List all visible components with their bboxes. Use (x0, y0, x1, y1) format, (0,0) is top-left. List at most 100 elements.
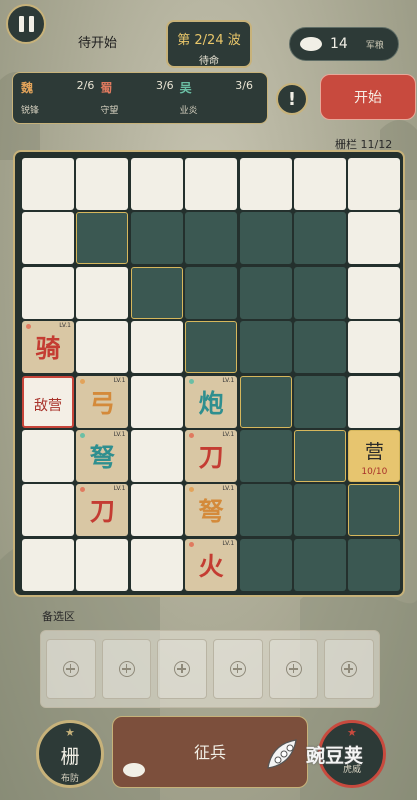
board-cell[interactable] (348, 266, 401, 319)
path-cell[interactable] (185, 321, 238, 374)
path-cell[interactable] (239, 375, 292, 428)
board-cell[interactable] (22, 484, 74, 537)
board-cell[interactable] (22, 266, 74, 319)
player-camp[interactable]: 营 10/10 (348, 429, 401, 482)
unit-level: LV.1 (113, 485, 126, 493)
path-cell[interactable] (130, 266, 183, 319)
faction-count: 3/6 (155, 79, 174, 92)
board-cell[interactable] (76, 538, 129, 591)
camp-hp: 10/10 (361, 466, 388, 477)
board-cell[interactable] (130, 429, 183, 482)
faction-count: 2/6 (76, 79, 95, 92)
bench-slot[interactable] (213, 639, 263, 699)
path-cell[interactable] (185, 266, 238, 319)
path-cell[interactable] (348, 484, 401, 537)
grain-icon (123, 763, 145, 777)
enemy-base-label: 敌营 (34, 397, 62, 414)
bench-slot[interactable] (324, 639, 375, 699)
grain-count: 14 (330, 36, 348, 52)
board-cell[interactable] (293, 158, 346, 210)
game-board: LV.1 骑 敌营 LV.1 弓 LV.1 炮 LV.1 弩 LV.1 刀 营 … (13, 150, 405, 597)
board-cell[interactable] (239, 158, 292, 210)
unit-char: 弩 (198, 497, 224, 527)
board-cell[interactable] (22, 212, 74, 265)
path-cell[interactable] (239, 538, 292, 591)
path-cell[interactable] (293, 538, 346, 591)
path-cell[interactable] (239, 429, 292, 482)
path-cell[interactable] (348, 538, 401, 591)
board-cell[interactable] (130, 538, 183, 591)
path-cell[interactable] (76, 212, 129, 265)
path-cell[interactable] (185, 212, 238, 265)
bench-slot[interactable] (268, 639, 319, 699)
grain-icon (300, 37, 322, 51)
bench-slot[interactable] (157, 639, 208, 699)
star-icon: ★ (65, 726, 75, 739)
faction-shu: 蜀 3/6 守望 (100, 79, 179, 117)
board-cell[interactable] (76, 158, 129, 210)
unit-level: LV.1 (222, 539, 235, 547)
start-button[interactable]: 开始 (320, 74, 416, 120)
unit-char: 炮 (198, 388, 224, 418)
unit-cell[interactable]: LV.1 炮 (185, 375, 238, 428)
board-cell[interactable] (22, 429, 74, 482)
board-cell[interactable] (130, 321, 183, 374)
unit-cell[interactable]: LV.1 刀 (76, 484, 129, 537)
unit-char: 刀 (198, 442, 224, 472)
pause-button[interactable] (6, 4, 46, 44)
unit-cell[interactable]: LV.1 弩 (185, 484, 238, 537)
fence-sub: 布防 (60, 774, 79, 784)
empty-slot-icon (229, 661, 246, 677)
path-cell[interactable] (239, 484, 292, 537)
alert-icon[interactable]: ! (276, 83, 308, 115)
board-cell[interactable] (130, 158, 183, 210)
empty-slot-icon (118, 661, 135, 677)
unit-level: LV.1 (113, 430, 126, 438)
unit-char: 弓 (89, 388, 115, 418)
path-cell[interactable] (293, 321, 346, 374)
unit-level: LV.1 (59, 322, 71, 330)
enemy-base[interactable]: 敌营 (22, 375, 74, 428)
board-cell[interactable] (185, 158, 238, 210)
path-cell[interactable] (293, 429, 346, 482)
unit-char: 弩 (89, 442, 115, 472)
faction-trait: 锐锋 (21, 106, 40, 116)
bench-slot[interactable] (101, 639, 152, 699)
faction-panel[interactable]: 魏 2/6 锐锋 蜀 3/6 守望 吴 3/6 业炎 (12, 72, 268, 124)
path-cell[interactable] (293, 266, 346, 319)
bench-slot[interactable] (46, 639, 96, 699)
unit-cell[interactable]: LV.1 弓 (76, 375, 129, 428)
empty-slot-icon (62, 661, 79, 677)
board-cell[interactable] (76, 321, 129, 374)
path-cell[interactable] (239, 212, 292, 265)
board-cell[interactable] (130, 484, 183, 537)
board-cell[interactable] (348, 375, 401, 428)
unit-level: LV.1 (222, 430, 235, 438)
board-cell[interactable] (348, 212, 401, 265)
bench-area (40, 630, 380, 708)
fence-button[interactable]: ★ 栅 布防 (36, 720, 104, 788)
unit-char: 骑 (35, 334, 61, 364)
unit-cell[interactable]: LV.1 骑 (22, 321, 74, 374)
faction-wei: 魏 2/6 锐锋 (21, 79, 100, 117)
path-cell[interactable] (293, 375, 346, 428)
board-cell[interactable] (22, 158, 74, 210)
path-cell[interactable] (293, 212, 346, 265)
peapod-logo-icon (267, 739, 297, 769)
board-cell[interactable] (348, 158, 401, 210)
unit-cell[interactable]: LV.1 弩 (76, 429, 129, 482)
unit-cell[interactable]: LV.1 火 (185, 538, 238, 591)
grain-label: 军粮 (365, 40, 384, 51)
faction-count: 3/6 (235, 79, 253, 92)
wave-title: 第 2/24 波 (177, 33, 241, 48)
path-cell[interactable] (239, 266, 292, 319)
empty-slot-icon (174, 661, 191, 677)
unit-cell[interactable]: LV.1 刀 (185, 429, 238, 482)
board-cell[interactable] (348, 321, 401, 374)
path-cell[interactable] (293, 484, 346, 537)
path-cell[interactable] (130, 212, 183, 265)
board-cell[interactable] (22, 538, 74, 591)
board-cell[interactable] (130, 375, 183, 428)
path-cell[interactable] (239, 321, 292, 374)
board-cell[interactable] (76, 266, 129, 319)
